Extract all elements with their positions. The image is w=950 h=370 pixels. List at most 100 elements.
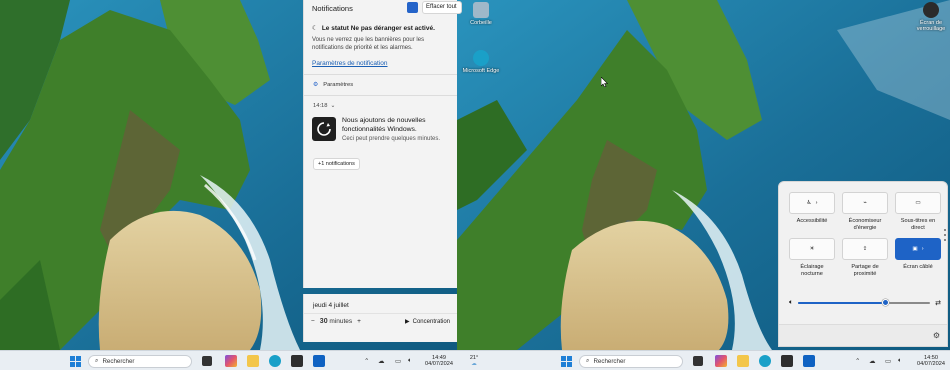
outlook-button[interactable] [313, 354, 325, 368]
volume-slider-thumb[interactable] [881, 299, 889, 306]
edge-icon [473, 50, 489, 66]
minus-button[interactable]: − [311, 318, 315, 325]
task-view-icon [693, 356, 703, 366]
volume-button[interactable]: 🔈︎ [408, 354, 412, 368]
tile-live-captions[interactable]: ▭ Sous-titres en direct [895, 192, 941, 232]
tile-label: Éclairage nocturne [800, 264, 824, 277]
tile-label: Sous-titres en direct [900, 218, 936, 231]
clock-date: 04/07/2024 [917, 361, 945, 367]
desktop-icon-lock-screen[interactable]: Écran de verrouillage [912, 2, 950, 32]
divider [304, 95, 457, 96]
start-button[interactable] [559, 354, 573, 368]
cast-button[interactable]: ▣ › [895, 238, 941, 260]
edge-button[interactable] [759, 354, 771, 368]
page-indicator[interactable] [943, 226, 947, 244]
volume-button[interactable]: 🔈︎ [898, 354, 902, 368]
chevron-up-icon: ⌃ [855, 358, 861, 365]
tray-overflow-button[interactable]: ⌃ [855, 354, 860, 368]
copilot-icon [715, 355, 727, 367]
clear-all-button[interactable]: Effacer tout [422, 1, 462, 14]
network-button[interactable]: ▭ [395, 354, 401, 368]
tile-energy-saver[interactable]: ⌁ Économiseur d'énergie [842, 192, 888, 232]
lock-screen-icon [923, 2, 939, 18]
focus-minutes-unit: minutes [329, 318, 353, 325]
gear-icon: ⚙ [313, 82, 319, 88]
calendar-date[interactable]: jeudi 4 juillet [304, 294, 457, 314]
task-view-button[interactable] [202, 354, 212, 368]
share-icon: ⇪ [862, 246, 868, 252]
windows-logo-icon [560, 355, 572, 367]
copilot-button[interactable] [715, 354, 727, 368]
speaker-icon[interactable]: 🔈︎ [789, 299, 793, 307]
accessibility-button[interactable]: ♿ › [789, 192, 835, 214]
outlook-button[interactable] [803, 354, 815, 368]
quick-settings-footer: ⚙ [779, 324, 947, 346]
tray-overflow-button[interactable]: ⌃ [364, 354, 369, 368]
onedrive-button[interactable]: ☁ [869, 354, 876, 368]
nearby-share-button[interactable]: ⇪ [842, 238, 888, 260]
clock[interactable]: 14:50 04/07/2024 [916, 354, 946, 368]
chevron-right-icon: › [815, 200, 818, 206]
tile-nearby-share[interactable]: ⇪ Partage de proximité [842, 238, 888, 278]
edge-icon [759, 355, 771, 367]
gear-icon[interactable]: ⚙ [933, 331, 940, 340]
search-box[interactable]: ⌕ Rechercher [88, 354, 192, 368]
live-captions-button[interactable]: ▭ [895, 192, 941, 214]
tile-label: Écran câblé [903, 264, 933, 270]
cloud-icon: ☁ [378, 358, 385, 365]
focus-duration: 30 minutes [320, 318, 352, 325]
file-explorer-button[interactable] [247, 354, 259, 368]
settings-app-group[interactable]: ⚙ Paramètres [304, 82, 457, 88]
play-icon: ▶ [405, 319, 410, 325]
dnd-title: Le statut Ne pas déranger est activé. [321, 24, 435, 32]
search-placeholder: Rechercher [102, 357, 135, 365]
clock-date: 04/07/2024 [425, 361, 453, 367]
captions-icon: ▭ [915, 200, 921, 206]
focus-toggle-button[interactable] [407, 2, 418, 13]
chevron-down-icon: ⌄ [330, 103, 336, 109]
night-light-button[interactable]: ☀ [789, 238, 835, 260]
store-icon [291, 355, 303, 367]
speaker-icon: 🔈︎ [408, 357, 412, 364]
notification-title: Nous ajoutons de nouvelles fonctionnalit… [342, 117, 426, 133]
search-box[interactable]: ⌕ Rechercher [579, 354, 683, 368]
energy-saver-icon: ⌁ [863, 200, 867, 206]
notification-card[interactable]: Nous ajoutons de nouvelles fonctionnalit… [304, 109, 457, 143]
audio-output-icon[interactable]: ⇄ [935, 299, 941, 307]
focus-minutes-value: 30 [319, 318, 328, 325]
plus-button[interactable]: + [357, 318, 361, 325]
desktop-icon-recycle-bin[interactable]: Corbeille [461, 2, 501, 26]
more-notifications-button[interactable]: +1 notifications [313, 158, 360, 170]
store-button[interactable] [781, 354, 793, 368]
task-view-button[interactable] [693, 354, 703, 368]
tile-accessibility[interactable]: ♿ › Accessibilité [789, 192, 835, 225]
file-explorer-button[interactable] [737, 354, 749, 368]
start-button[interactable] [68, 354, 82, 368]
taskbar-right: 21° ☁ ⌕ Rechercher ⌃ ☁ ▭ 🔈︎ 14:50 04/07/2… [457, 350, 950, 370]
copilot-icon [225, 355, 237, 367]
weather-widget[interactable]: 21° ☁ [462, 354, 486, 368]
notification-header: Notifications Effacer tout [304, 0, 462, 16]
edge-button[interactable] [269, 354, 281, 368]
store-button[interactable] [291, 354, 303, 368]
onedrive-button[interactable]: ☁ [378, 354, 385, 368]
energy-saver-button[interactable]: ⌁ [842, 192, 888, 214]
network-button[interactable]: ▭ [885, 354, 891, 368]
start-focus-button[interactable]: ▶ Concentration [405, 318, 450, 326]
copilot-button[interactable] [225, 354, 237, 368]
volume-slider[interactable] [798, 299, 931, 306]
quick-settings-panel: ♿ › Accessibilité ⌁ Économiseur d'énergi… [778, 181, 948, 347]
clock[interactable]: 14:49 04/07/2024 [424, 354, 454, 368]
notification-settings-link[interactable]: Paramètres de notification [312, 60, 449, 67]
taskbar-left: ⌕ Rechercher ⌃ ☁ ▭ 🔈︎ 14:49 04/07/2024 [0, 350, 457, 370]
desktop-icon-edge[interactable]: Microsoft Edge [461, 50, 501, 74]
task-view-icon [202, 356, 212, 366]
chevron-right-icon: › [921, 246, 924, 252]
recycle-bin-icon [473, 2, 489, 18]
tile-cast[interactable]: ▣ › Écran câblé [895, 238, 941, 271]
notification-body: Ceci peut prendre quelques minutes. [342, 136, 441, 142]
tile-night-light[interactable]: ☀ Éclairage nocturne [789, 238, 835, 278]
cloud-icon: ☁ [869, 358, 876, 365]
speaker-icon: 🔈︎ [898, 357, 902, 364]
dnd-icon: ☾ [312, 25, 318, 32]
